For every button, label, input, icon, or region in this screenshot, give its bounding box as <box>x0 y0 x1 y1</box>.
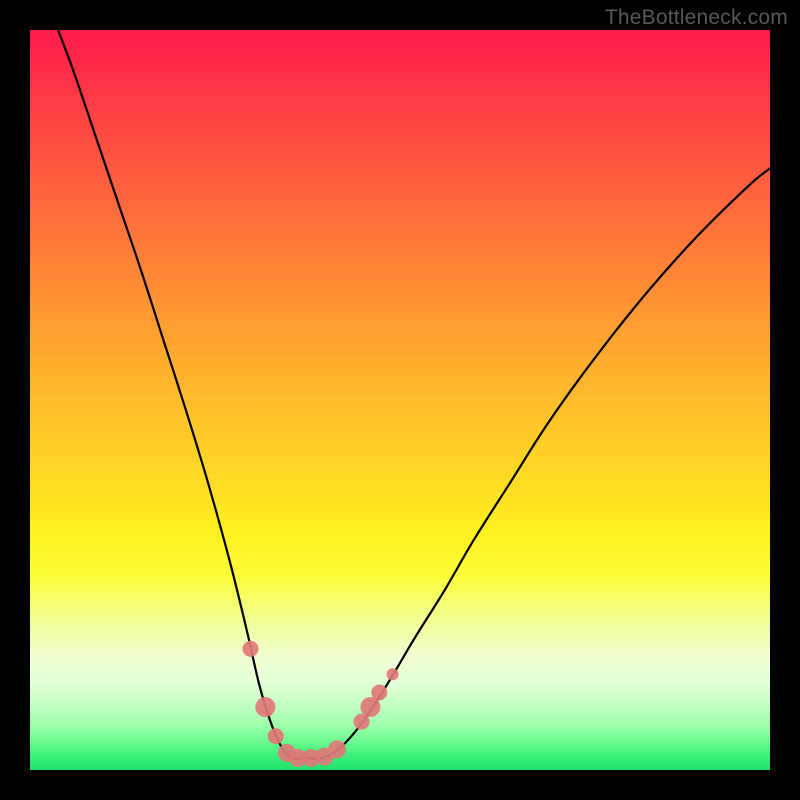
curve-layer <box>30 30 770 770</box>
curve-marker <box>371 684 387 700</box>
bottleneck-curve <box>58 30 770 759</box>
curve-marker <box>268 728 284 744</box>
curve-marker <box>255 697 275 717</box>
chart-frame: TheBottleneck.com <box>0 0 800 800</box>
marker-group <box>243 641 399 767</box>
curve-marker <box>243 641 259 657</box>
watermark-text: TheBottleneck.com <box>605 6 788 30</box>
curve-marker <box>387 668 399 680</box>
plot-area <box>30 30 770 770</box>
curve-marker <box>328 740 346 758</box>
